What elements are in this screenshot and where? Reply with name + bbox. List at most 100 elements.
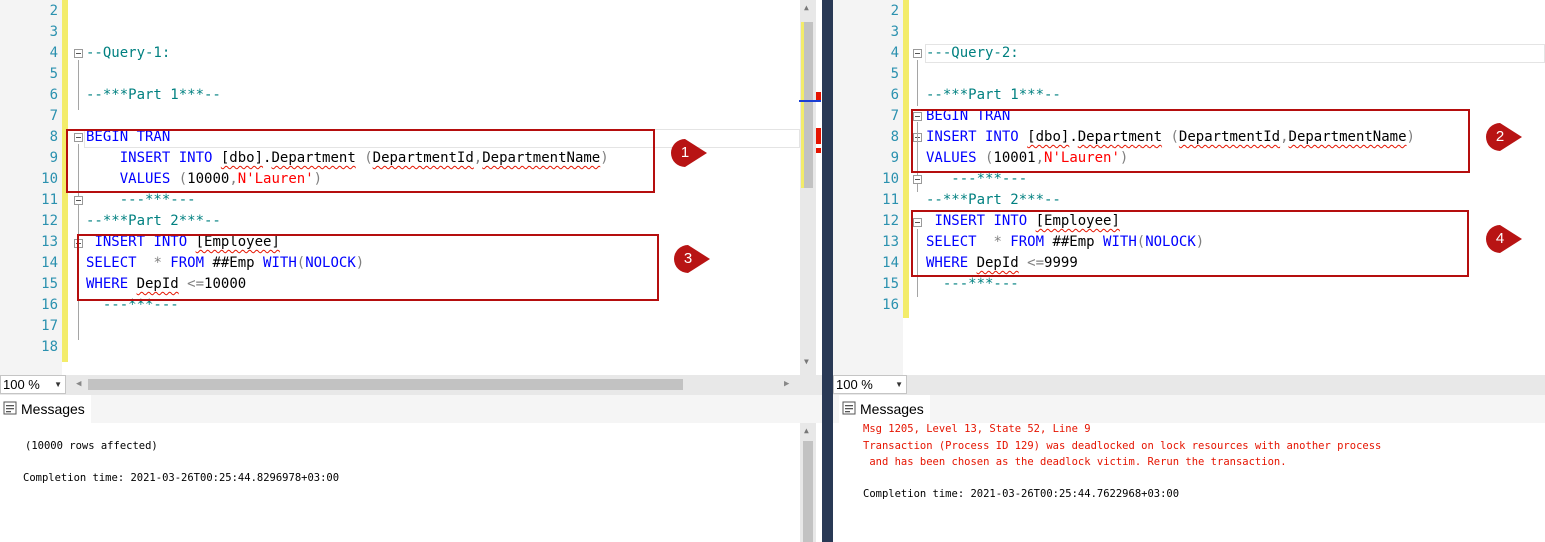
- code-line: --Query-1:: [86, 43, 170, 64]
- scroll-right-icon[interactable]: ▶: [784, 379, 789, 389]
- line-number: 6: [890, 87, 899, 103]
- pane-splitter[interactable]: [822, 0, 833, 542]
- tab-messages[interactable]: Messages: [839, 395, 930, 423]
- messages-icon: [842, 396, 856, 424]
- collapse-toggle-icon[interactable]: [74, 49, 83, 58]
- line-number: 18: [41, 339, 58, 355]
- line-number: 14: [882, 255, 899, 271]
- line-number: 2: [49, 3, 58, 19]
- messages-panel: Msg 1205, Level 13, State 52, Line 9 Tra…: [833, 423, 1545, 542]
- code-line: ---***---: [926, 274, 1019, 295]
- line-number: 15: [41, 276, 58, 292]
- line-number: 16: [41, 297, 58, 313]
- scroll-left-icon[interactable]: ◀: [76, 379, 81, 389]
- code-line: --***Part 1***--: [86, 85, 221, 106]
- annotation-box-2: [911, 109, 1470, 173]
- error-marker: [816, 128, 821, 144]
- scrollbar-thumb[interactable]: [803, 22, 813, 188]
- zoom-dropdown[interactable]: 100 % ▼: [833, 375, 907, 394]
- error-message-line: and has been chosen as the deadlock vict…: [863, 456, 1287, 468]
- code-token: --***Part 1***--: [926, 87, 1061, 103]
- change-marker: [801, 22, 804, 188]
- messages-vertical-scrollbar[interactable]: ▲: [800, 423, 816, 542]
- scroll-up-icon[interactable]: ▲: [804, 426, 809, 435]
- zoom-value: 100 %: [836, 377, 873, 392]
- line-number: 16: [882, 297, 899, 313]
- line-number: 13: [41, 234, 58, 250]
- line-number: 14: [41, 255, 58, 271]
- editor-vertical-scrollbar[interactable]: ▲ ▼: [799, 0, 821, 375]
- line-number: 10: [882, 171, 899, 187]
- code-line: --***Part 2***--: [86, 211, 221, 232]
- code-token: ---***---: [951, 171, 1028, 187]
- scroll-up-icon[interactable]: ▲: [804, 3, 809, 12]
- code-token: --Query-1:: [86, 45, 171, 61]
- query-1-window: 2 3 4 --Query-1: 5 6 --***Part 1***-- 7 8 BEGIN T…: [0, 0, 822, 542]
- tab-messages[interactable]: Messages: [0, 395, 91, 423]
- zoom-value: 100 %: [3, 377, 40, 392]
- callout-number: 3: [683, 250, 693, 267]
- zoom-dropdown[interactable]: 100 % ▼: [0, 375, 66, 394]
- collapse-toggle-icon[interactable]: [913, 49, 922, 58]
- line-number: 3: [890, 24, 899, 40]
- callout-badge-3: 3: [673, 244, 711, 274]
- line-number: 7: [49, 108, 58, 124]
- callout-number: 1: [680, 144, 690, 161]
- line-number: 10: [41, 171, 58, 187]
- line-number: 15: [882, 276, 899, 292]
- results-tab-bar: Messages: [0, 395, 822, 423]
- scrollbar-thumb[interactable]: [88, 379, 683, 390]
- line-number: 11: [41, 192, 58, 208]
- messages-icon: [3, 396, 17, 424]
- scroll-down-icon[interactable]: ▼: [804, 357, 809, 366]
- messages-panel: (10000 rows affected) Completion time: 2…: [0, 423, 822, 542]
- line-number: 8: [49, 129, 58, 145]
- code-token: --***Part 1***--: [86, 87, 221, 103]
- collapse-toggle-icon[interactable]: [74, 196, 83, 205]
- error-message-line: Msg 1205, Level 13, State 52, Line 9: [863, 423, 1091, 435]
- annotation-box-3: [77, 234, 659, 301]
- line-number: 8: [890, 129, 899, 145]
- line-number: 2: [890, 3, 899, 19]
- query-2-editor[interactable]: 2 3 4 ---Query-2: 5 6 --***Part 1***-- 7 BEGIN T…: [833, 0, 1545, 375]
- code-token: --***Part 2***--: [86, 213, 221, 229]
- outline-line: [917, 60, 918, 106]
- error-marker: [816, 148, 821, 153]
- current-line-highlight: [925, 44, 1545, 63]
- line-number: 5: [890, 66, 899, 82]
- line-number: 12: [41, 213, 58, 229]
- line-number: 4: [890, 45, 899, 61]
- editor-horizontal-scrollbar[interactable]: ◀ ▶: [0, 375, 822, 395]
- query-2-window: 2 3 4 ---Query-2: 5 6 --***Part 1***-- 7 BEGIN T…: [833, 0, 1545, 542]
- callout-badge-4: 4: [1485, 224, 1523, 254]
- editor-horizontal-scrollbar[interactable]: [833, 375, 1545, 395]
- tab-label: Messages: [21, 401, 85, 417]
- message-line: Completion time: 2021-03-26T00:25:44.829…: [23, 472, 340, 484]
- query-1-editor[interactable]: 2 3 4 --Query-1: 5 6 --***Part 1***-- 7 8 BEGIN T…: [0, 0, 800, 375]
- line-number: 5: [49, 66, 58, 82]
- line-number: 11: [882, 192, 899, 208]
- line-number: 7: [890, 108, 899, 124]
- line-number: 3: [49, 24, 58, 40]
- line-number: 6: [49, 87, 58, 103]
- callout-badge-2: 2: [1485, 122, 1523, 152]
- tab-label: Messages: [860, 401, 924, 417]
- line-number: 9: [49, 150, 58, 166]
- message-line: (10000 rows affected): [25, 440, 158, 452]
- code-token: ---***---: [942, 276, 1019, 292]
- message-line: Completion time: 2021-03-26T00:25:44.762…: [863, 488, 1180, 500]
- code-line: ---***---: [86, 190, 196, 211]
- results-tab-bar: Messages: [833, 395, 1545, 423]
- line-number: 13: [882, 234, 899, 250]
- line-number: 4: [49, 45, 58, 61]
- scrollbar-thumb[interactable]: [803, 441, 813, 542]
- collapse-toggle-icon[interactable]: [913, 175, 922, 184]
- chevron-down-icon: ▼: [54, 380, 62, 389]
- code-line: --***Part 2***--: [926, 190, 1061, 211]
- caret-position-marker: [799, 100, 821, 102]
- line-number: 17: [41, 318, 58, 334]
- code-token: --***Part 2***--: [926, 192, 1061, 208]
- chevron-down-icon: ▼: [895, 380, 903, 389]
- annotation-box-1: [66, 129, 655, 193]
